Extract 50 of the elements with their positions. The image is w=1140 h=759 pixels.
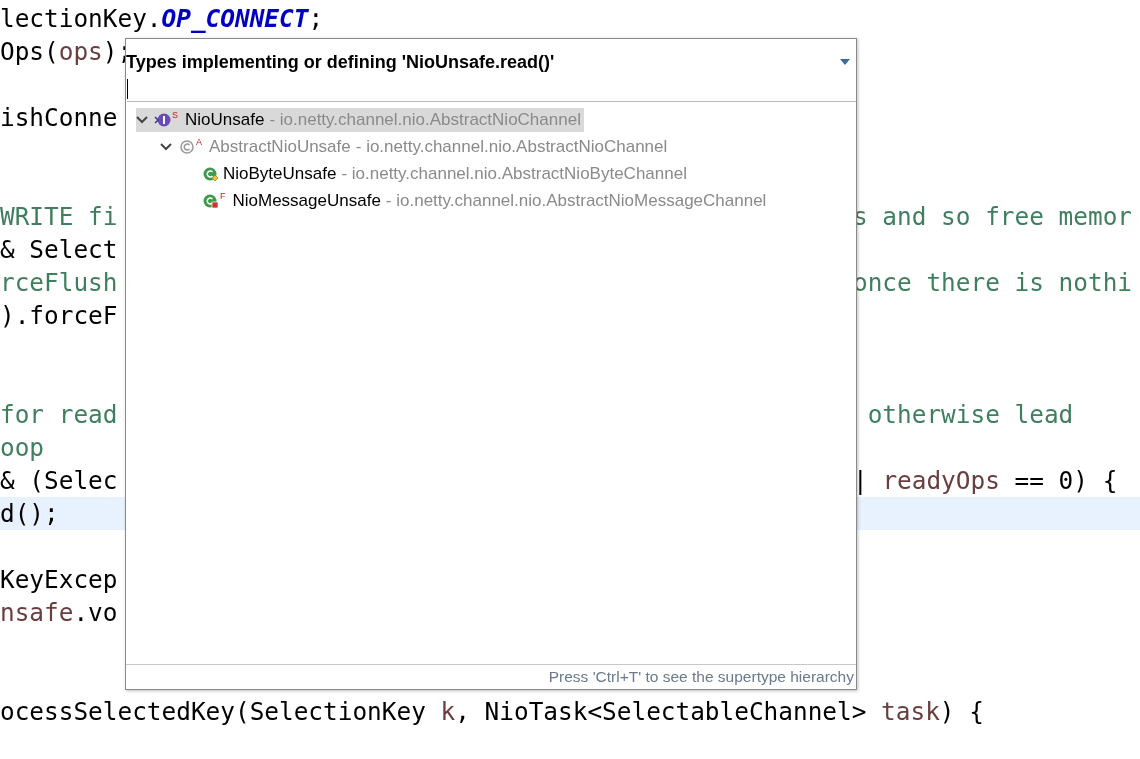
type-name: AbstractNioUnsafe	[209, 136, 351, 157]
code-token: & (Selec	[0, 466, 118, 495]
code-token: ocessSelectedKey(SelectionKey	[0, 697, 427, 726]
status-hint: Press 'Ctrl+T' to see the supertype hierarchy	[548, 668, 854, 686]
tree-item[interactable]: S NioUnsafe - io.netty.channel.nio.AbstractNioChannel	[136, 107, 584, 132]
code-token: KeyExcep	[0, 565, 118, 594]
modifier-label: S	[172, 109, 178, 120]
code-token: rceFlush	[0, 268, 118, 297]
code-token: for read	[0, 400, 118, 429]
code-token: Ops(	[0, 37, 59, 66]
class-icon	[202, 165, 220, 182]
code-token: lectionKey.	[0, 4, 162, 33]
code-token: k	[440, 697, 456, 726]
view-menu-icon[interactable]	[840, 59, 850, 65]
code-token: WRITE fi	[0, 202, 118, 231]
code-token: ).forceF	[0, 301, 118, 330]
code-token: d();	[0, 499, 59, 528]
package-name: - io.netty.channel.nio.AbstractNioByteChannel	[341, 163, 687, 184]
type-name: NioByteUnsafe	[223, 163, 337, 184]
type-name: NioUnsafe	[185, 109, 265, 130]
code-token: task	[881, 697, 940, 726]
code-token: otherwise lead	[866, 400, 1074, 429]
modifier-label: A	[196, 136, 202, 147]
code-token: .vo	[73, 598, 118, 627]
code-token: , NioTask<SelectableChannel>	[455, 697, 868, 726]
code-token: readyOps	[882, 466, 1000, 495]
tree-item[interactable]: F NioMessageUnsafe - io.netty.channel.nio.AbstractNioMessageChannel	[184, 188, 770, 213]
code-token: oop	[0, 433, 45, 462]
code-token: ) {	[939, 697, 984, 726]
package-name: - io.netty.channel.nio.AbstractNioMessageChannel	[385, 190, 767, 211]
modifier-label: F	[220, 190, 226, 201]
tree-item[interactable]: NioByteUnsafe - io.netty.channel.nio.AbstractNioByteChannel	[184, 161, 690, 186]
code-token: ishConne	[0, 103, 118, 132]
chevron-icon[interactable]	[160, 142, 172, 151]
package-name: - io.netty.channel.nio.AbstractNioChannel	[269, 109, 581, 130]
code-token: ops	[58, 37, 103, 66]
tree-item[interactable]: A AbstractNioUnsafe - io.netty.channel.nio.AbstractNioChannel	[160, 134, 671, 159]
chevron-icon[interactable]	[136, 115, 148, 124]
type-name: NioMessageUnsafe	[232, 190, 381, 211]
class-icon	[202, 192, 220, 209]
code-token: nsafe	[0, 598, 74, 627]
code-token: & Select	[0, 235, 118, 264]
code-token: OP_CONNECT	[161, 4, 309, 33]
code-token: |	[853, 466, 869, 495]
class-icon	[178, 138, 196, 155]
interface-icon	[154, 111, 172, 128]
package-name: - io.netty.channel.nio.AbstractNioChannel	[355, 136, 668, 157]
code-token: ;	[308, 4, 324, 33]
filter-input-field[interactable]	[127, 77, 856, 102]
code-token: == 0) {	[1013, 466, 1118, 495]
